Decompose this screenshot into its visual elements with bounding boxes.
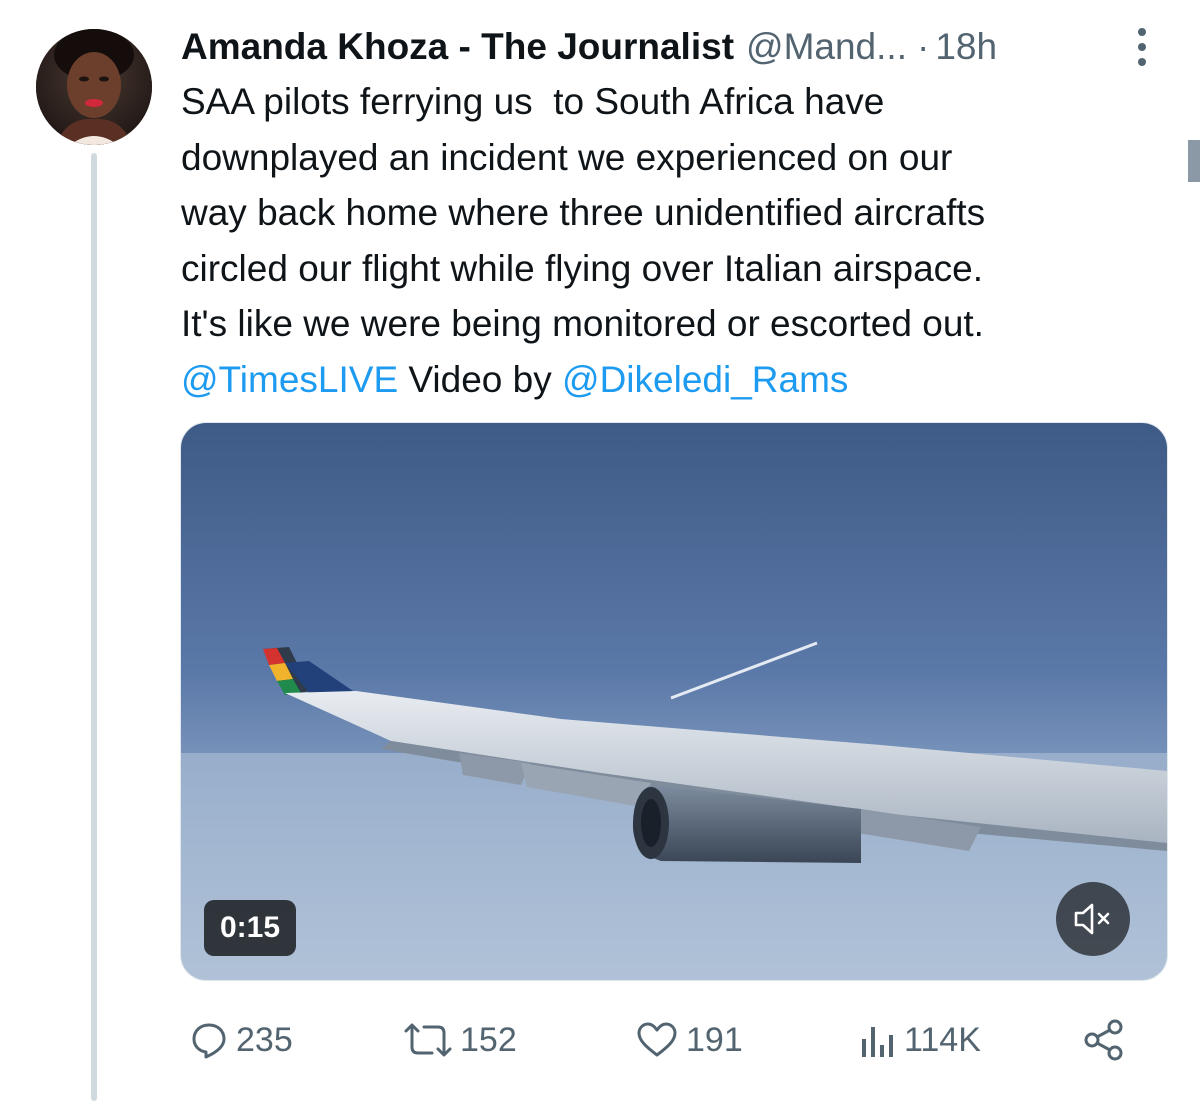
views-button[interactable]: 114K bbox=[860, 1010, 981, 1070]
tweet-action-bar: 235 152 191 114K bbox=[0, 1010, 1200, 1070]
video-thumbnail bbox=[181, 423, 1167, 980]
mention-link[interactable]: @TimesLIVE bbox=[181, 359, 398, 400]
share-button[interactable] bbox=[1082, 1010, 1126, 1070]
author-name[interactable]: Amanda Khoza - The Journalist bbox=[181, 22, 734, 72]
tweet-text-line: It's like we were being monitored or esc… bbox=[181, 296, 1171, 352]
repost-button[interactable]: 152 bbox=[398, 1010, 517, 1070]
tweet-text-line: way back home where three unidentified a… bbox=[181, 185, 1171, 241]
speaker-muted-icon[interactable] bbox=[1056, 882, 1130, 956]
tweet-text-segment: circled our flight while flying over Ita… bbox=[181, 247, 984, 289]
thread-line bbox=[91, 153, 97, 1101]
heart-icon bbox=[637, 1022, 677, 1057]
tweet-text-segment: Video by bbox=[398, 358, 563, 400]
views-count: 114K bbox=[904, 1020, 981, 1059]
video-duration-badge: 0:15 bbox=[204, 900, 297, 956]
tweet-text-segment: downplayed an incident we experienced on… bbox=[181, 136, 953, 178]
separator-dot: · bbox=[916, 26, 930, 67]
tweet-text: SAA pilots ferrying us to South Africa h… bbox=[181, 74, 1171, 407]
tweet-text-line: @TimesLIVE Video by @Dikeledi_Rams bbox=[181, 352, 1171, 408]
views-bar-chart-icon bbox=[862, 1027, 893, 1057]
tweet-text-line: circled our flight while flying over Ita… bbox=[181, 241, 1171, 297]
tweet-text-line: SAA pilots ferrying us to South Africa h… bbox=[181, 74, 1171, 130]
timestamp[interactable]: 18h bbox=[935, 22, 997, 72]
author-handle[interactable]: @Mand... bbox=[746, 22, 907, 72]
mention-link[interactable]: @Dikeledi_Rams bbox=[562, 359, 848, 400]
reply-button[interactable]: 235 bbox=[190, 1010, 293, 1070]
avatar-image bbox=[36, 29, 152, 145]
share-nodes-icon bbox=[1084, 1019, 1123, 1061]
like-count: 191 bbox=[686, 1020, 743, 1059]
tweet-text-line: downplayed an incident we experienced on… bbox=[181, 130, 1171, 186]
video-player[interactable] bbox=[180, 422, 1168, 981]
tweet-text-segment: way back home where three unidentified a… bbox=[181, 192, 986, 233]
tweet-text-segment: SAA pilots ferrying us to South Africa h… bbox=[181, 81, 885, 122]
more-vertical-icon[interactable] bbox=[1122, 24, 1162, 70]
reply-bubble-icon bbox=[192, 1023, 226, 1059]
scrollbar-thumb[interactable] bbox=[1188, 140, 1200, 182]
like-button[interactable]: 191 bbox=[636, 1010, 743, 1070]
author-avatar[interactable] bbox=[36, 29, 152, 145]
tweet-header: Amanda Khoza - The Journalist @Mand... ·… bbox=[181, 22, 1080, 72]
repost-icon bbox=[404, 1023, 452, 1057]
tweet-text-segment: It's like we were being monitored or esc… bbox=[181, 303, 984, 344]
repost-count: 152 bbox=[460, 1020, 517, 1059]
reply-count: 235 bbox=[236, 1020, 293, 1059]
